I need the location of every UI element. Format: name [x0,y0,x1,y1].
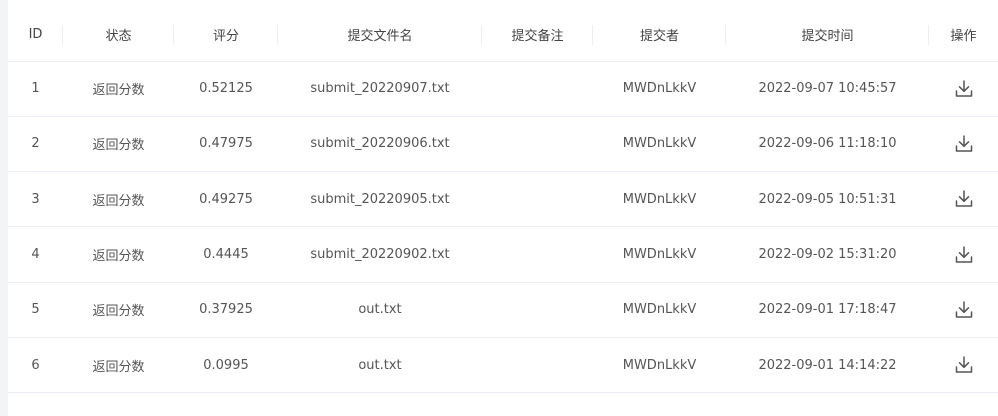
submissions-table: ID 状态 评分 提交文件名 提交备注 提交者 提交时间 操作 1 返回分数 0… [8,8,998,394]
cell-time: 2022-09-01 17:18:47 [726,282,929,338]
cell-filename: submit_20220906.txt [278,116,482,173]
cell-submitter: MWDnLkkV [593,61,726,117]
column-header-submitter: 提交者 [593,8,726,62]
column-header-note: 提交备注 [482,8,593,62]
cell-id: 5 [8,282,63,338]
cell-score: 0.47975 [174,116,278,173]
table-row: 6 返回分数 0.0995 out.txt MWDnLkkV 2022-09-0… [8,337,998,394]
cell-note [482,116,593,173]
cell-time: 2022-09-05 10:51:31 [726,171,929,228]
cell-submitter: MWDnLkkV [593,226,726,283]
table-row: 5 返回分数 0.37925 out.txt MWDnLkkV 2022-09-… [8,282,998,338]
cell-status: 返回分数 [63,61,174,117]
cell-id: 4 [8,226,63,283]
cell-time: 2022-09-07 10:45:57 [726,61,929,117]
cell-submitter: MWDnLkkV [593,171,726,228]
cell-id: 2 [8,116,63,173]
cell-note [482,282,593,338]
left-edge-strip [0,0,8,416]
cell-score: 0.37925 [174,282,278,338]
table-row: 4 返回分数 0.4445 submit_20220902.txt MWDnLk… [8,226,998,283]
cell-note [482,337,593,394]
table-row: 3 返回分数 0.49275 submit_20220905.txt MWDnL… [8,171,998,228]
cell-action [929,116,998,173]
cell-action [929,226,998,283]
cell-status: 返回分数 [63,337,174,394]
cell-score: 0.0995 [174,337,278,394]
download-icon[interactable] [953,354,975,376]
cell-score: 0.52125 [174,61,278,117]
cell-id: 3 [8,171,63,228]
cell-action [929,171,998,228]
column-header-time: 提交时间 [726,8,929,62]
cell-status: 返回分数 [63,171,174,228]
submission-history-panel: ID 状态 评分 提交文件名 提交备注 提交者 提交时间 操作 1 返回分数 0… [0,0,998,416]
cell-status: 返回分数 [63,282,174,338]
cell-submitter: MWDnLkkV [593,337,726,394]
cell-id: 6 [8,337,63,394]
cell-note [482,61,593,117]
cell-status: 返回分数 [63,226,174,283]
cell-action [929,282,998,338]
cell-filename: out.txt [278,337,482,394]
cell-note [482,226,593,283]
table-row: 1 返回分数 0.52125 submit_20220907.txt MWDnL… [8,61,998,117]
cell-time: 2022-09-02 15:31:20 [726,226,929,283]
cell-status: 返回分数 [63,116,174,173]
cell-filename: submit_20220907.txt [278,61,482,117]
download-icon[interactable] [953,133,975,155]
cell-action [929,61,998,117]
table-row: 2 返回分数 0.47975 submit_20220906.txt MWDnL… [8,116,998,173]
table-header-row: ID 状态 评分 提交文件名 提交备注 提交者 提交时间 操作 [8,8,998,62]
cell-time: 2022-09-06 11:18:10 [726,116,929,173]
column-header-id: ID [8,8,63,62]
cell-filename: submit_20220902.txt [278,226,482,283]
column-header-action: 操作 [929,8,998,62]
column-header-status: 状态 [63,8,174,62]
cell-time: 2022-09-01 14:14:22 [726,337,929,394]
download-icon[interactable] [953,299,975,321]
column-header-filename: 提交文件名 [278,8,482,62]
cell-score: 0.4445 [174,226,278,283]
download-icon[interactable] [953,244,975,266]
download-icon[interactable] [953,188,975,210]
cell-action [929,337,998,394]
cell-submitter: MWDnLkkV [593,116,726,173]
download-icon[interactable] [953,78,975,100]
cell-id: 1 [8,61,63,117]
cell-submitter: MWDnLkkV [593,282,726,338]
cell-note [482,171,593,228]
cell-filename: out.txt [278,282,482,338]
cell-filename: submit_20220905.txt [278,171,482,228]
cell-score: 0.49275 [174,171,278,228]
column-header-score: 评分 [174,8,278,62]
